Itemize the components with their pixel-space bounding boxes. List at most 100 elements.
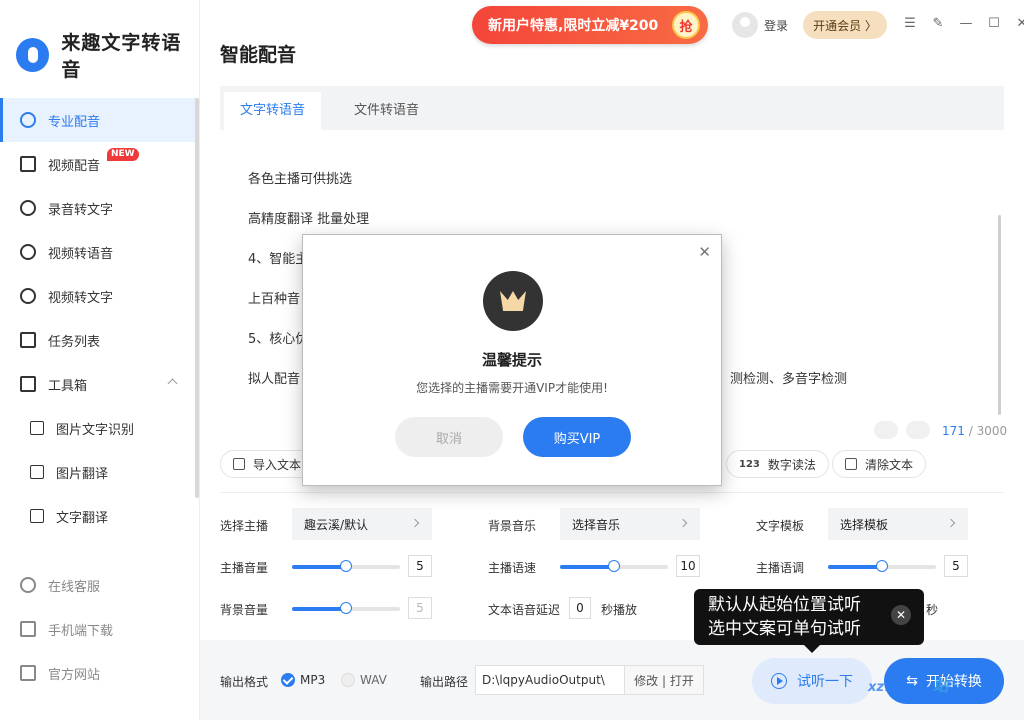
anchor-volume-slider[interactable]: [292, 560, 400, 572]
vip-dialog: ✕ 温馨提示 您选择的主播需要开通VIP才能使用! 取消 购买VIP: [302, 234, 722, 486]
bgm-label: 背景音乐: [488, 519, 537, 533]
redo-icon[interactable]: [906, 421, 930, 439]
digit-reading-button[interactable]: 123 数字读法: [726, 450, 829, 478]
chevron-right-icon: [678, 518, 688, 528]
template-label: 文字模板: [756, 519, 805, 533]
sidebar-item-label: 录音转文字: [48, 202, 114, 218]
tooltip-close-icon[interactable]: ✕: [891, 605, 911, 625]
sidebar-item-pro-dubbing[interactable]: 专业配音: [0, 98, 196, 142]
text-circle-icon: [20, 288, 36, 304]
path-actions[interactable]: 修改 | 打开: [624, 665, 704, 695]
window-controls: ☰ ✎ — ☐ ✕: [903, 17, 1024, 31]
sidebar-item-mobile-download[interactable]: 手机端下载: [0, 607, 196, 651]
promo-banner[interactable]: 新用户特惠,限时立减¥200 抢: [472, 6, 708, 44]
translate-icon: [30, 509, 44, 523]
sidebar-item-task-list[interactable]: 任务列表: [0, 318, 196, 362]
sidebar-item-video-dubbing[interactable]: 视频配音 NEW: [0, 142, 196, 186]
sidebar-item-label: 图片翻译: [56, 466, 109, 482]
chevron-right-icon: [410, 518, 420, 528]
slider-knob[interactable]: [340, 602, 352, 614]
template-select[interactable]: 选择模板: [828, 508, 968, 540]
import-icon: [233, 458, 245, 470]
sidebar-item-label: 视频转文字: [48, 290, 114, 306]
sidebar-scrollbar[interactable]: [195, 98, 199, 498]
anchor-select[interactable]: 趣云溪/默认: [292, 508, 432, 540]
speed-value[interactable]: 10: [676, 555, 700, 577]
preview-button[interactable]: 试听一下: [752, 658, 872, 704]
sidebar-item-text-translate[interactable]: 文字翻译: [0, 494, 196, 538]
page-title: 智能配音: [220, 44, 297, 66]
sidebar-item-video-to-text[interactable]: 视频转文字: [0, 274, 196, 318]
anchor-volume-label: 主播音量: [220, 561, 269, 575]
close-icon[interactable]: ✕: [1015, 17, 1024, 31]
buy-vip-button[interactable]: 购买VIP: [523, 417, 631, 457]
speed-label: 主播语速: [488, 561, 537, 575]
list-icon: [20, 332, 36, 348]
output-path-field[interactable]: D:\lqpyAudioOutput\: [475, 665, 625, 695]
bg-volume-slider[interactable]: [292, 602, 400, 614]
open-vip-button[interactable]: 开通会员 〉: [803, 11, 887, 39]
delay-unit: 秒播放: [601, 603, 638, 617]
sidebar-item-image-translate[interactable]: 图片翻译: [0, 450, 196, 494]
sidebar-item-video-to-audio[interactable]: 视频转语音: [0, 230, 196, 274]
video-icon: [20, 156, 36, 172]
char-count: 171 / 3000: [942, 424, 1008, 438]
dialog-close-icon[interactable]: ✕: [698, 243, 711, 261]
app-brand: 来趣文字转语音: [16, 28, 199, 82]
clear-text-button[interactable]: 清除文本: [832, 450, 927, 478]
bgm-select[interactable]: 选择音乐: [560, 508, 700, 540]
sidebar-item-audio-to-text[interactable]: 录音转文字: [0, 186, 196, 230]
pitch-value[interactable]: 5: [944, 555, 968, 577]
minimize-icon[interactable]: —: [959, 17, 973, 31]
mp3-radio[interactable]: [281, 673, 295, 687]
wav-label[interactable]: WAV: [360, 673, 387, 687]
tab-text-to-speech[interactable]: 文字转语音: [224, 92, 322, 130]
editor-line: 5、核心优: [248, 332, 309, 347]
mp3-label[interactable]: MP3: [300, 673, 325, 687]
tab-file-to-speech[interactable]: 文件转语音: [338, 92, 435, 130]
chevron-up-icon: [167, 378, 178, 389]
slider-knob[interactable]: [876, 560, 888, 572]
play-circle-icon: [20, 244, 36, 260]
play-icon: [771, 673, 787, 689]
watermark: xz7.com 站: [868, 676, 949, 695]
slider-knob[interactable]: [608, 560, 620, 572]
digits-icon: 123: [739, 458, 760, 470]
slider-knob[interactable]: [340, 560, 352, 572]
delay-value[interactable]: 0: [569, 597, 591, 619]
format-label: 输出格式: [220, 675, 269, 689]
login-link[interactable]: 登录: [764, 17, 788, 34]
toolbox-icon: [20, 376, 36, 392]
editor-scrollbar[interactable]: [998, 215, 1001, 415]
waveform-icon: [20, 112, 36, 128]
phone-icon: [20, 621, 36, 637]
editor-line: 高精度翻译 批量处理: [248, 212, 370, 227]
sidebar-item-image-ocr[interactable]: 图片文字识别: [0, 406, 196, 450]
microphone-logo-icon: [16, 38, 50, 72]
edit-icon[interactable]: ✎: [931, 17, 945, 31]
import-text-button[interactable]: 导入文本: [220, 450, 315, 478]
scan-icon: [30, 421, 44, 435]
maximize-icon[interactable]: ☐: [987, 17, 1001, 31]
sidebar-item-website[interactable]: 官方网站: [0, 651, 196, 695]
image-icon: [30, 465, 44, 479]
menu-icon[interactable]: ☰: [903, 17, 917, 31]
sidebar-bottom: 在线客服 手机端下载 官方网站: [0, 563, 196, 695]
sidebar-item-label: 任务列表: [48, 334, 101, 350]
avatar[interactable]: [732, 12, 758, 38]
bg-volume-value[interactable]: 5: [408, 597, 432, 619]
promo-text: 新用户特惠,限时立减¥200: [488, 18, 659, 34]
sidebar-item-label: 专业配音: [48, 114, 101, 130]
promo-grab-badge: 抢: [672, 11, 700, 39]
speed-slider[interactable]: [560, 560, 668, 572]
tooltip-line: 选中文案可单句试听: [708, 619, 861, 639]
sidebar-item-label: 图片文字识别: [56, 422, 135, 438]
pitch-slider[interactable]: [828, 560, 936, 572]
sidebar-item-toolbox[interactable]: 工具箱: [0, 362, 196, 406]
undo-icon[interactable]: [874, 421, 898, 439]
cancel-button[interactable]: 取消: [395, 417, 503, 457]
sidebar-item-support[interactable]: 在线客服: [0, 563, 196, 607]
anchor-volume-value[interactable]: 5: [408, 555, 432, 577]
app-name: 来趣文字转语音: [61, 32, 182, 81]
wav-radio[interactable]: [341, 673, 355, 687]
